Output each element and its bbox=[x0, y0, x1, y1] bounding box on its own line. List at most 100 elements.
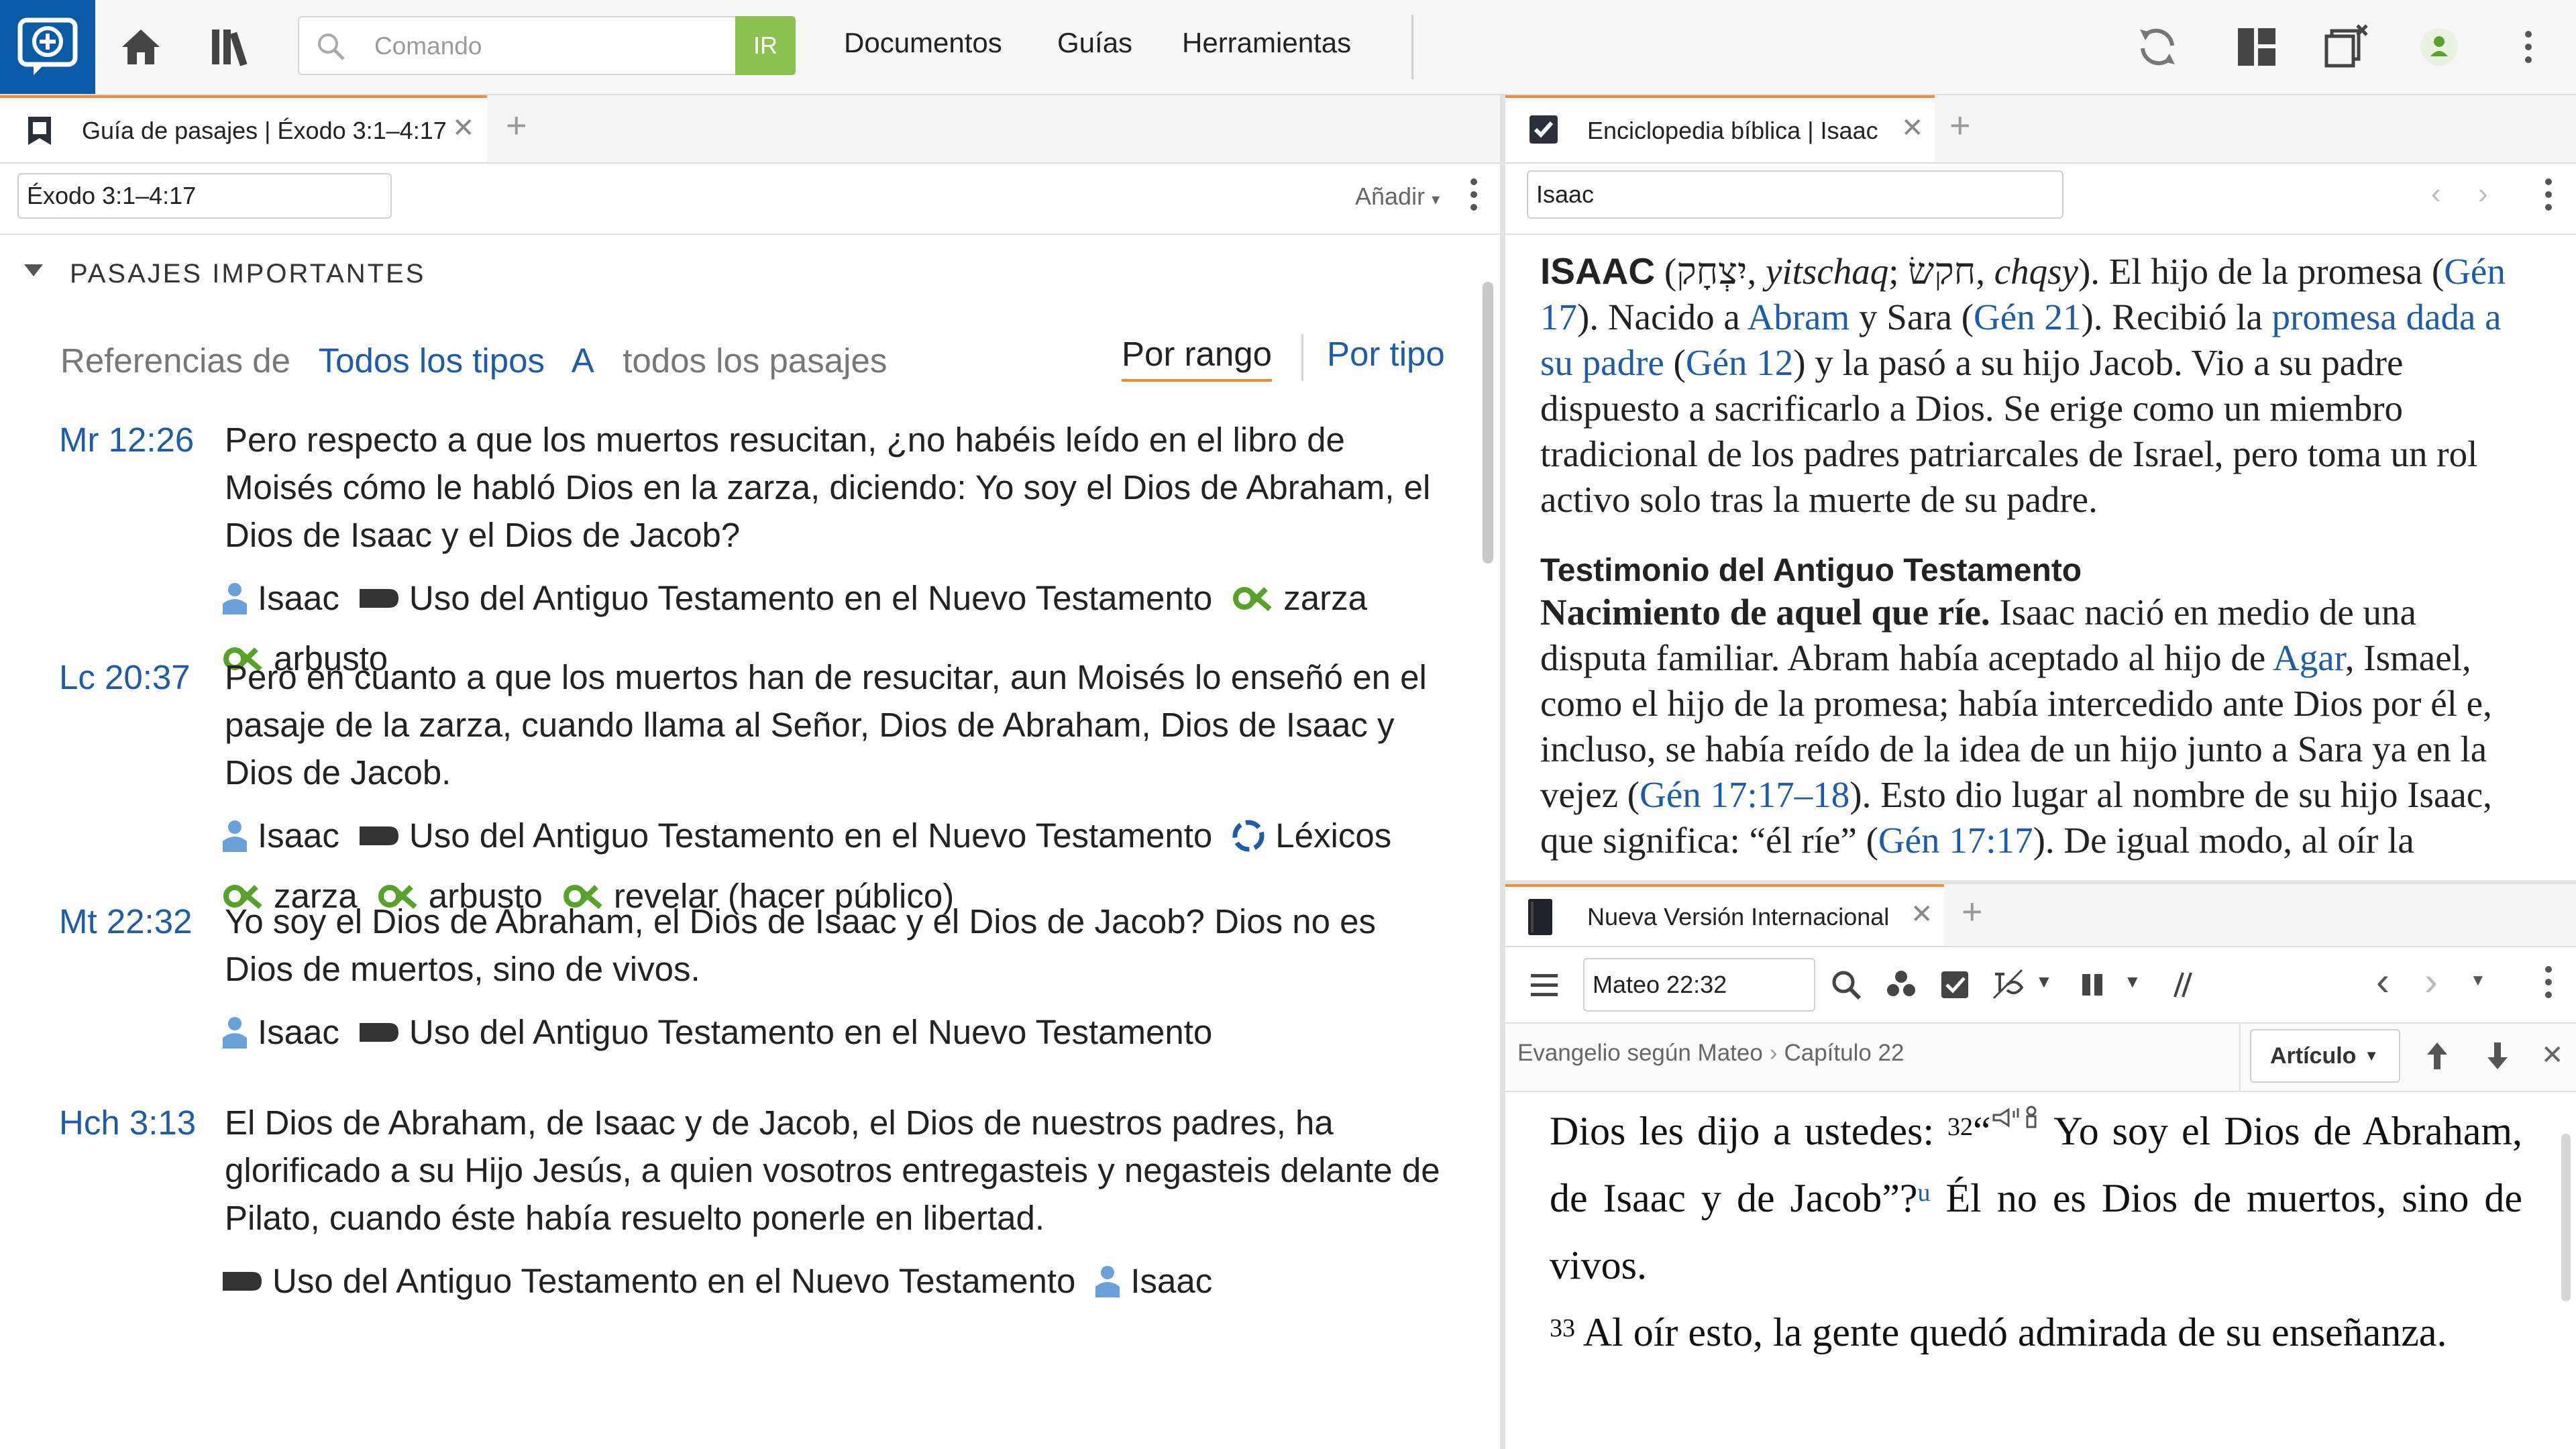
tag-label: Isaac bbox=[1130, 1262, 1213, 1300]
inline-interlinear-icon[interactable] bbox=[1988, 965, 2029, 1005]
link-gen-17-17-18[interactable]: Gén 17:17–18 bbox=[1640, 774, 1849, 815]
hebrew-word: חקשׂ bbox=[1908, 251, 1976, 292]
tab-label: Enciclopedia bíblica | Isaac bbox=[1587, 117, 1878, 144]
history-dropdown-icon[interactable]: ▼ bbox=[2470, 971, 2486, 990]
link-gen-21[interactable]: Gén 21 bbox=[1974, 297, 2081, 337]
chevron-down-icon[interactable]: ▼ bbox=[2124, 971, 2141, 992]
section-collapse-icon[interactable] bbox=[24, 264, 43, 276]
link-abram[interactable]: Abram bbox=[1748, 297, 1850, 337]
checkbox-book-icon bbox=[1529, 115, 1558, 144]
close-icon[interactable]: ✕ bbox=[2541, 1040, 2564, 1071]
add-tab-button[interactable]: + bbox=[1949, 105, 1971, 146]
breadcrumb-chapter[interactable]: Capítulo 22 bbox=[1784, 1040, 1904, 1066]
tag-label[interactable]: Uso del Antiguo Testamento en el Nuevo T… bbox=[358, 568, 1212, 629]
library-icon[interactable] bbox=[205, 20, 259, 74]
go-button[interactable]: IR bbox=[735, 16, 796, 75]
left-scrollbar[interactable] bbox=[1483, 282, 1493, 564]
tag-lexicon[interactable]: Léxicos bbox=[1231, 806, 1391, 866]
tag-person[interactable]: Isaac bbox=[221, 806, 339, 866]
menu-documents[interactable]: Documentos bbox=[844, 27, 1002, 59]
bible-reference-input[interactable] bbox=[1583, 958, 1815, 1012]
layouts-icon[interactable] bbox=[2230, 20, 2284, 74]
tag-label[interactable]: Uso del Antiguo Testamento en el Nuevo T… bbox=[221, 1251, 1075, 1311]
label-tag-icon bbox=[359, 826, 398, 845]
menu-tools[interactable]: Herramientas bbox=[1182, 27, 1351, 59]
cross-reference[interactable]: u bbox=[1918, 1179, 1931, 1207]
close-icon[interactable]: ✕ bbox=[1901, 113, 1924, 144]
breadcrumb-book[interactable]: Evangelio según Mateo bbox=[1517, 1040, 1763, 1066]
forward-arrow-icon[interactable]: › bbox=[2478, 177, 2488, 211]
add-dropdown[interactable]: Añadir ▾ bbox=[1355, 182, 1440, 211]
refs-a-link[interactable]: A bbox=[572, 341, 594, 380]
person-icon bbox=[223, 583, 247, 614]
arrow-down-icon[interactable] bbox=[2481, 1037, 2514, 1075]
link-agar[interactable]: Agar bbox=[2273, 637, 2345, 678]
paragraph-lead: Nacimiento de aquel que ríe. bbox=[1540, 592, 1990, 633]
verse-number[interactable]: 32 bbox=[1947, 1113, 1973, 1141]
passage-reference-link[interactable]: Mr 12:26 bbox=[59, 420, 194, 460]
passage-reference-link[interactable]: Mt 22:32 bbox=[59, 902, 192, 941]
back-arrow-icon[interactable]: ‹ bbox=[2376, 958, 2390, 1004]
notes-check-icon[interactable] bbox=[1935, 965, 1975, 1005]
visual-filters-icon[interactable] bbox=[1881, 965, 1921, 1005]
forward-arrow-icon[interactable]: › bbox=[2424, 958, 2438, 1004]
encyclopedia-menu-button[interactable] bbox=[2545, 178, 2553, 217]
passage-reference-link[interactable]: Lc 20:37 bbox=[59, 657, 191, 697]
reference-input[interactable] bbox=[17, 173, 392, 219]
tab-encyclopedia[interactable]: Enciclopedia bíblica | Isaac ✕ bbox=[1505, 95, 1935, 162]
back-arrow-icon[interactable]: ‹ bbox=[2431, 177, 2441, 211]
tag-label: Uso del Antiguo Testamento en el Nuevo T… bbox=[409, 816, 1213, 855]
verse-text: Dios les dijo a ustedes: bbox=[1550, 1109, 1948, 1153]
tag-person[interactable]: Isaac bbox=[221, 1002, 339, 1063]
sort-by-range[interactable]: Por rango bbox=[1122, 334, 1272, 382]
close-panels-icon[interactable] bbox=[2320, 20, 2373, 74]
article-dropdown[interactable]: Artículo ▼ bbox=[2250, 1029, 2400, 1083]
parallel-resources-icon[interactable] bbox=[2160, 965, 2200, 1005]
add-tab-button[interactable]: + bbox=[506, 105, 527, 146]
encyclopedia-tabbar: Enciclopedia bíblica | Isaac ✕ + bbox=[1505, 95, 2576, 164]
hamburger-menu-icon[interactable] bbox=[1524, 965, 1564, 1005]
verse-number[interactable]: 33 bbox=[1550, 1314, 1575, 1342]
add-tab-button[interactable]: + bbox=[1962, 891, 1983, 932]
tab-bible[interactable]: Nueva Versión Internacional ✕ bbox=[1505, 884, 1944, 946]
columns-icon[interactable] bbox=[2073, 965, 2113, 1005]
tab-passage-guide[interactable]: Guía de pasajes | Éxodo 3:1–4:17 ✕ bbox=[0, 95, 487, 162]
close-icon[interactable]: ✕ bbox=[1911, 899, 1933, 930]
encyclopedia-header: ‹ › bbox=[1505, 164, 2576, 235]
link-gen-12[interactable]: Gén 12 bbox=[1686, 342, 1793, 383]
sort-by-type[interactable]: Por tipo bbox=[1327, 334, 1445, 374]
left-pane-menu-button[interactable] bbox=[1470, 178, 1479, 217]
user-account-icon[interactable] bbox=[2412, 20, 2466, 74]
section-title: PASAJES IMPORTANTES bbox=[70, 259, 426, 288]
tag-label[interactable]: Uso del Antiguo Testamento en el Nuevo T… bbox=[358, 806, 1212, 866]
chevron-down-icon[interactable]: ▼ bbox=[2035, 971, 2053, 992]
bible-menu-button[interactable] bbox=[2545, 966, 2553, 1004]
refs-types-link[interactable]: Todos los tipos bbox=[319, 341, 545, 380]
passage-reference-link[interactable]: Hch 3:13 bbox=[59, 1103, 196, 1142]
tag-person[interactable]: Isaac bbox=[221, 568, 339, 629]
search-icon[interactable] bbox=[1826, 965, 1866, 1005]
arrow-up-icon[interactable] bbox=[2420, 1037, 2454, 1075]
text: ). De igual modo, al oír la bbox=[2033, 820, 2414, 861]
home-icon[interactable] bbox=[114, 20, 168, 74]
bible-scrollbar[interactable] bbox=[2561, 1134, 2571, 1301]
lexicon-icon bbox=[1232, 820, 1265, 852]
sync-icon[interactable] bbox=[2131, 20, 2184, 74]
speaker-and-person-icon[interactable] bbox=[1991, 1104, 2042, 1131]
command-input[interactable] bbox=[374, 30, 777, 63]
app-menu-button[interactable] bbox=[2525, 31, 2533, 69]
encyclopedia-search-input[interactable] bbox=[1527, 170, 2063, 219]
pane-divider-vertical[interactable] bbox=[1500, 95, 1505, 1449]
tag-sense[interactable]: zarza bbox=[1231, 568, 1367, 629]
left-pane-header: Añadir ▾ bbox=[0, 164, 1500, 235]
tag-person[interactable]: Isaac bbox=[1094, 1251, 1212, 1311]
tag-label[interactable]: Uso del Antiguo Testamento en el Nuevo T… bbox=[358, 1002, 1212, 1063]
chevron-down-icon: ▾ bbox=[1432, 191, 1440, 209]
app-logo-button[interactable] bbox=[0, 0, 95, 94]
link-gen-17-17[interactable]: Gén 17:17 bbox=[1878, 820, 2033, 861]
search-icon bbox=[318, 34, 345, 60]
tab-label: Guía de pasajes | Éxodo 3:1–4:17 bbox=[82, 117, 447, 144]
menu-guides[interactable]: Guías bbox=[1057, 27, 1132, 59]
close-icon[interactable]: ✕ bbox=[452, 113, 475, 144]
person-icon bbox=[1095, 1266, 1120, 1297]
